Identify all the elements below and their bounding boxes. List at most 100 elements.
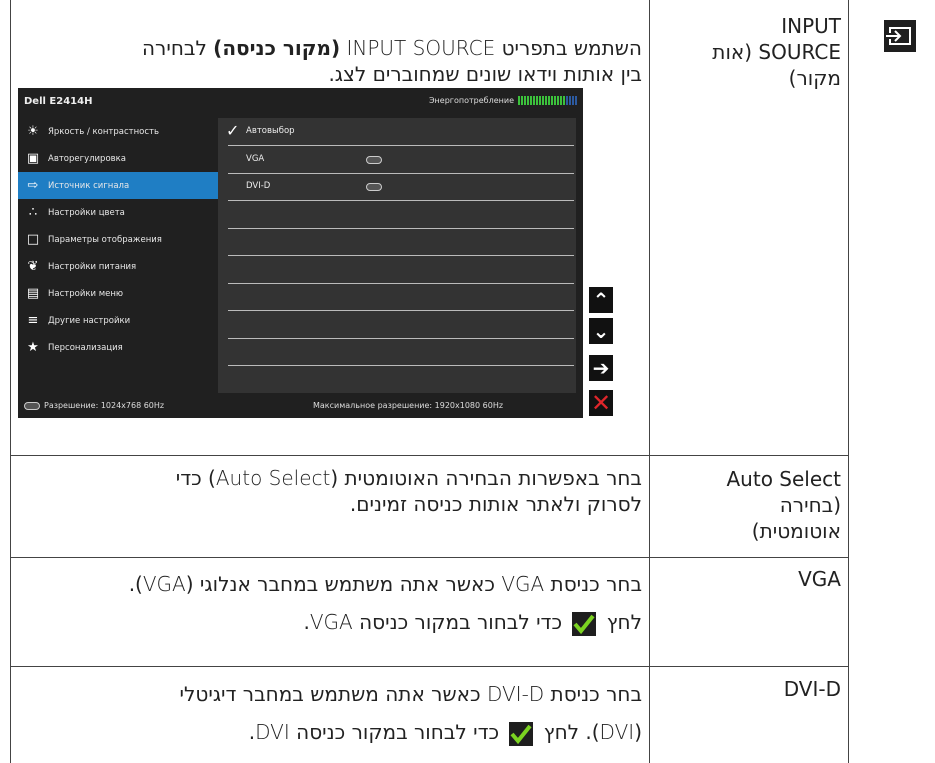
menu-icon: ▤ — [26, 286, 40, 301]
energy-segment — [575, 96, 577, 105]
row-name-auto-select: Auto Select (בחירה אוטומטית) — [726, 467, 842, 543]
color-icon: ∴ — [28, 205, 38, 220]
energy-segment — [533, 96, 535, 105]
grid-line-outer — [848, 0, 849, 763]
energy-segment — [551, 96, 553, 105]
close-icon[interactable]: ✕ — [589, 389, 613, 417]
desc-line: לחץ כדי לבחור במקור כניסה VGA. — [303, 610, 642, 636]
energy-segment — [560, 96, 562, 105]
check-icon: ✓ — [226, 121, 240, 140]
row-divider — [10, 666, 849, 667]
osd-max-resolution: Максимальное разрешение: 1920x1080 60Hz — [313, 401, 504, 410]
osd-menu-label: Другие настройки — [48, 315, 131, 326]
checkmark-button-icon — [572, 611, 597, 636]
osd-menu-item[interactable]: ★ Персонализация — [18, 334, 218, 361]
desc-line: בחר כניסת DVI-D כאשר אתה משתמש במחבר דיג… — [179, 682, 642, 706]
osd-resolution: Разрешение: 1024x768 60Hz — [44, 401, 165, 410]
energy-segment — [530, 96, 532, 105]
osd-option-row — [218, 311, 576, 339]
osd-energy: Энергопотребление — [429, 96, 577, 105]
osd-option-row — [218, 201, 576, 229]
dvi-connector-icon — [366, 183, 382, 191]
energy-segment — [557, 96, 559, 105]
checkmark-button-icon — [509, 721, 534, 746]
osd-menu-item[interactable]: ▤ Настройки меню — [18, 280, 218, 307]
star-icon: ★ — [27, 340, 39, 355]
right-arrow-icon[interactable]: ➔ — [589, 355, 613, 381]
desc-line: (DVI). לחץ כדי לבחור במקור כניסה DVI. — [248, 720, 642, 746]
osd-option-row — [218, 256, 576, 284]
energy-segment — [572, 96, 574, 105]
osd-option-row[interactable]: DVI-D — [218, 173, 576, 201]
row-divider — [10, 455, 849, 456]
energy-segment — [566, 96, 568, 105]
grid-line-inner — [649, 0, 650, 763]
down-arrow-icon[interactable]: ⌄ — [589, 318, 613, 344]
osd-menu-item[interactable]: ▣ Авторегулировка — [18, 145, 218, 172]
row-desc-dvi-d: בחר כניסת DVI-D כאשר אתה משתמש במחבר דיג… — [16, 675, 642, 751]
energy-segment — [545, 96, 547, 105]
energy-segment — [563, 96, 565, 105]
osd-menu-label: Источник сигнала — [48, 180, 130, 191]
row-desc-auto-select: בחר באפשרות הבחירה האוטומטית (Auto Selec… — [16, 465, 642, 517]
osd-footer: Разрешение: 1024x768 60Hz Максимальное р… — [18, 393, 583, 418]
osd-menu-label: Яркость / контрастность — [48, 126, 160, 137]
osd-menu-label: Настройки цвета — [48, 207, 125, 218]
vga-connector-icon — [24, 401, 40, 410]
osd-model: Dell E2414H — [24, 96, 93, 107]
row-name-dvi-d: DVI-D — [783, 677, 841, 701]
osd-menu-item[interactable]: □ Параметры отображения — [18, 226, 218, 253]
energy-icon: ❦ — [27, 259, 39, 274]
grid-line-left — [10, 0, 11, 763]
auto-adjust-icon: ▣ — [26, 151, 40, 166]
osd-option-label: VGA — [246, 153, 265, 164]
input-source-icon: ⇨ — [27, 178, 39, 193]
osd-option-row — [218, 338, 576, 366]
osd-menu-item[interactable]: ∴ Настройки цвета — [18, 199, 218, 226]
energy-segment — [536, 96, 538, 105]
osd-option-row — [218, 283, 576, 311]
display-icon: □ — [26, 232, 40, 247]
osd-options-panel: ✓ Автовыбор VGA DVI-D — [218, 118, 576, 393]
other-settings-icon: ≡ — [27, 313, 39, 328]
desc-line: בין אותות וידאו שונים שמחוברים לצג. — [328, 62, 642, 86]
energy-segment — [524, 96, 526, 105]
vga-connector-icon — [366, 155, 382, 164]
osd-option-row — [218, 228, 576, 256]
osd-menu-label: Настройки меню — [48, 288, 124, 299]
osd-menu-item[interactable]: ❦ Настройки питания — [18, 253, 218, 280]
osd-option-row — [218, 366, 576, 394]
energy-segment — [521, 96, 523, 105]
desc-line: בחר כניסת VGA כאשר אתה משתמש במחבר אנלוג… — [128, 572, 642, 596]
energy-segment — [527, 96, 529, 105]
brightness-icon: ☀ — [27, 124, 39, 139]
osd-menu-item[interactable]: ≡ Другие настройки — [18, 307, 218, 334]
row-desc-vga: בחר כניסת VGA כאשר אתה משתמש במחבר אנלוג… — [16, 565, 642, 641]
input-source-icon — [884, 20, 916, 52]
desc-line: בחר באפשרות הבחירה האוטומטית (Auto Selec… — [175, 466, 642, 490]
energy-segment — [569, 96, 571, 105]
energy-segment — [548, 96, 550, 105]
osd-menu-item[interactable]: ☀ Яркость / контрастность — [18, 118, 218, 145]
row-desc-input-source: השתמש בתפריט INPUT SOURCE (מקור כניסה) ל… — [16, 35, 642, 87]
desc-line: השתמש בתפריט INPUT SOURCE (מקור כניסה) ל… — [141, 36, 642, 60]
osd-option-row[interactable]: VGA — [218, 146, 576, 174]
osd-header: Dell E2414H Энергопотребление — [18, 88, 583, 116]
osd-energy-label: Энергопотребление — [428, 96, 514, 105]
row-name-input-source: INPUT SOURCE (אות מקור) — [712, 14, 841, 90]
energy-meter — [518, 96, 577, 105]
osd-sidebar: ☀ Яркость / контрастность ▣ Авторегулировка… — [18, 118, 218, 361]
osd-menu-screenshot: Dell E2414H Энергопотребление ☀ Яркость /… — [18, 88, 583, 418]
osd-option-label: DVI-D — [246, 181, 271, 191]
osd-option-row[interactable]: ✓ Автовыбор — [218, 118, 576, 146]
energy-segment — [539, 96, 541, 105]
osd-menu-item[interactable]: ⇨ Источник сигнала — [18, 172, 218, 199]
osd-menu-label: Авторегулировка — [48, 153, 127, 164]
energy-segment — [518, 96, 520, 105]
up-arrow-icon[interactable]: ⌃ — [589, 287, 613, 313]
osd-menu-label: Параметры отображения — [48, 234, 162, 245]
energy-segment — [542, 96, 544, 105]
osd-menu-label: Настройки питания — [48, 261, 137, 272]
row-name-vga: VGA — [798, 567, 841, 591]
osd-option-label: Автовыбор — [246, 126, 295, 136]
